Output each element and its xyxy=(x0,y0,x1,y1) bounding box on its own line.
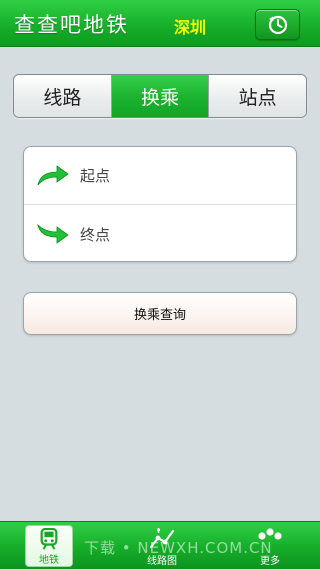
route-input-card: 起点 终点 xyxy=(23,146,297,262)
mode-tabs: 线路 换乘 站点 xyxy=(13,74,307,118)
end-placeholder: 终点 xyxy=(80,225,111,244)
bottom-tab-bar: 地铁 线路图 更多 xyxy=(0,521,320,569)
top-nav-bar: 查查吧地铁 深圳 xyxy=(0,0,320,47)
tabbar-item-subway[interactable]: 地铁 xyxy=(25,525,73,567)
app-title: 查查吧地铁 xyxy=(14,13,129,37)
tabbar-label-more: 更多 xyxy=(260,556,280,567)
train-icon xyxy=(40,528,58,550)
arrow-up-right-icon xyxy=(37,164,69,185)
end-station-field[interactable]: 终点 xyxy=(24,205,296,263)
city-selector[interactable]: 深圳 xyxy=(174,14,206,38)
tab-stations[interactable]: 站点 xyxy=(209,75,306,117)
transfer-search-button[interactable]: 换乘查询 xyxy=(23,292,297,335)
route-map-icon xyxy=(149,528,175,549)
tabbar-label-subway: 地铁 xyxy=(39,555,59,566)
tabbar-item-route-map[interactable]: 线路图 xyxy=(138,525,186,567)
tabbar-item-more[interactable]: 更多 xyxy=(246,525,294,567)
tabbar-label-route-map: 线路图 xyxy=(147,556,177,567)
start-station-field[interactable]: 起点 xyxy=(24,147,296,205)
history-button[interactable] xyxy=(255,9,300,40)
start-placeholder: 起点 xyxy=(80,167,111,185)
more-dots-icon xyxy=(258,528,282,540)
tab-transfer[interactable]: 换乘 xyxy=(111,75,210,117)
arrow-down-right-icon xyxy=(37,223,69,244)
clock-refresh-icon xyxy=(268,15,287,34)
tab-lines[interactable]: 线路 xyxy=(14,75,112,117)
